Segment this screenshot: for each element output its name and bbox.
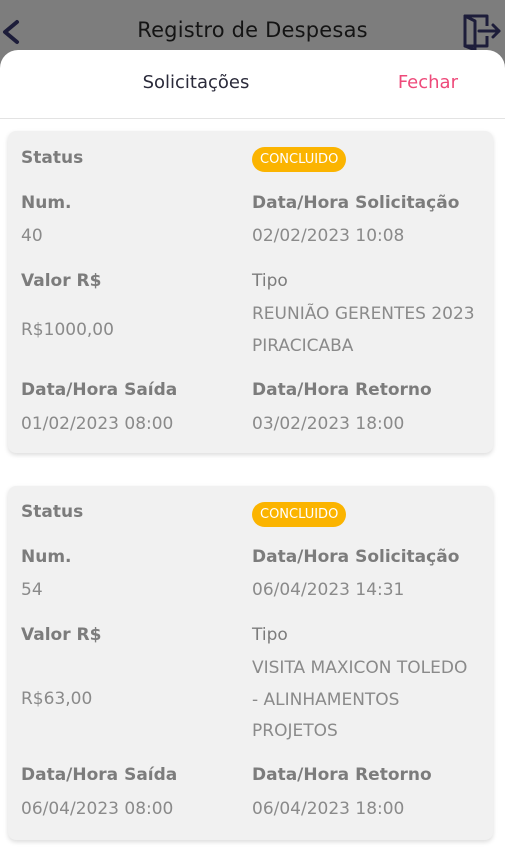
status-badge: CONCLUIDO — [252, 502, 347, 527]
num-label: Num. — [21, 547, 72, 567]
type-label: Tipo — [252, 625, 288, 645]
close-button[interactable]: Fechar — [398, 72, 458, 93]
amount-label: Valor R$ — [21, 625, 102, 645]
departure-value: 06/04/2023 08:00 — [21, 799, 174, 819]
return-label: Data/Hora Retorno — [252, 380, 432, 400]
status-badge: CONCLUIDO — [252, 147, 347, 172]
departure-value: 01/02/2023 08:00 — [21, 414, 174, 434]
amount-value: R$1000,00 — [21, 320, 114, 340]
num-value: 40 — [21, 226, 43, 246]
num-value: 54 — [21, 580, 43, 600]
sheet-title: Solicitações — [142, 72, 250, 93]
requests-sheet: Solicitações Fechar Status CONCLUIDO Num… — [0, 50, 505, 852]
return-value: 06/04/2023 18:00 — [252, 799, 405, 819]
amount-value: R$63,00 — [21, 689, 93, 709]
departure-label: Data/Hora Saída — [21, 765, 178, 785]
return-label: Data/Hora Retorno — [252, 765, 432, 785]
sheet-header: Solicitações Fechar — [0, 50, 505, 119]
request-date-label: Data/Hora Solicitação — [252, 547, 460, 567]
request-date-label: Data/Hora Solicitação — [252, 193, 460, 213]
logout-icon — [463, 14, 501, 52]
request-date-value: 02/02/2023 10:08 — [252, 226, 405, 246]
return-value: 03/02/2023 18:00 — [252, 414, 405, 434]
request-date-value: 06/04/2023 14:31 — [252, 580, 405, 600]
page-title: Registro de Despesas — [137, 18, 368, 42]
departure-label: Data/Hora Saída — [21, 380, 178, 400]
type-label: Tipo — [252, 271, 288, 291]
type-value: REUNIÃO GERENTES 2023 PIRACICABA — [252, 304, 475, 356]
amount-label: Valor R$ — [21, 271, 102, 291]
request-card[interactable]: Status CONCLUIDO Num. Data/Hora Solicita… — [8, 131, 493, 453]
type-value: VISITA MAXICON TOLEDO - ALINHAMENTOS PRO… — [252, 658, 468, 741]
status-label: Status — [21, 148, 84, 168]
logout-button[interactable] — [461, 12, 503, 52]
request-card[interactable]: Status CONCLUIDO Num. Data/Hora Solicita… — [8, 486, 493, 840]
status-label: Status — [21, 502, 84, 522]
num-label: Num. — [21, 193, 72, 213]
